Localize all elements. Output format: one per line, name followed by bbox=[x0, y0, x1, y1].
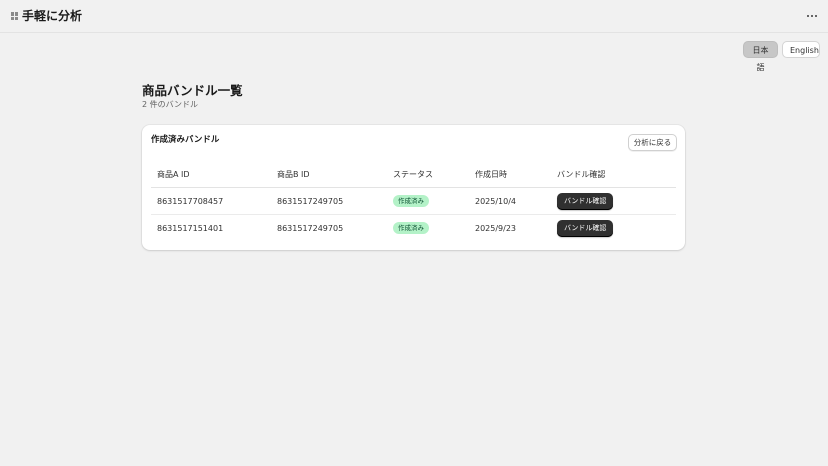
product-b-id-cell: 8631517249705 bbox=[277, 223, 344, 233]
status-cell: 作成済み bbox=[387, 215, 469, 242]
status-cell: 作成済み bbox=[387, 187, 469, 215]
column-header-action: バンドル確認 bbox=[551, 163, 676, 188]
view-bundle-button[interactable]: バンドル確認 bbox=[557, 219, 614, 237]
status-badge: 作成済み bbox=[393, 195, 429, 207]
action-cell: バンドル確認 bbox=[551, 215, 676, 242]
status-badge: 作成済み bbox=[393, 222, 429, 235]
top-bar: 手軽に分析 bbox=[0, 0, 828, 33]
grid-icon bbox=[11, 12, 18, 20]
column-header-product-a: 商品A ID bbox=[151, 163, 271, 188]
language-japanese-button[interactable]: 日本語 bbox=[743, 41, 778, 72]
column-header-created: 作成日時 bbox=[469, 163, 551, 188]
language-switch: 日本語 English bbox=[743, 41, 820, 72]
product-a-id-cell: 8631517151401 bbox=[157, 223, 224, 233]
column-header-status: ステータス bbox=[387, 163, 469, 188]
created-date-cell: 2025/10/4 bbox=[469, 187, 551, 215]
language-english-button[interactable]: English bbox=[782, 41, 820, 58]
bundles-card: 作成済みバンドル 分析に戻る 商品A ID 商品B ID ステータス 作成日時 … bbox=[142, 125, 685, 250]
back-to-analysis-button[interactable]: 分析に戻る bbox=[628, 134, 677, 151]
card-title: 作成済みバンドル bbox=[151, 135, 220, 145]
page-subtitle: 2 件のバンドル bbox=[142, 100, 199, 109]
bundles-table: 商品A ID 商品B ID ステータス 作成日時 バンドル確認 86315177… bbox=[151, 163, 676, 242]
product-b-id-cell: 8631517249705 bbox=[271, 187, 387, 215]
view-bundle-button[interactable]: バンドル確認 bbox=[557, 192, 614, 210]
ellipsis-icon[interactable] bbox=[804, 9, 820, 23]
action-cell: バンドル確認 bbox=[551, 187, 676, 215]
product-a-id-cell: 8631517708457 bbox=[151, 187, 271, 215]
app-title: 手軽に分析 bbox=[22, 9, 83, 23]
table-header-row: 商品A ID 商品B ID ステータス 作成日時 バンドル確認 bbox=[151, 163, 676, 188]
page-title: 商品バンドル一覧 bbox=[142, 83, 243, 98]
created-date-cell: 2025/9/23 bbox=[475, 223, 517, 233]
column-header-product-b: 商品B ID bbox=[271, 163, 387, 188]
table-row: 8631517708457 8631517249705 作成済み 2025/10… bbox=[151, 187, 676, 215]
table-row: 8631517151401 8631517249705 作成済み 2025/9/… bbox=[151, 215, 676, 242]
